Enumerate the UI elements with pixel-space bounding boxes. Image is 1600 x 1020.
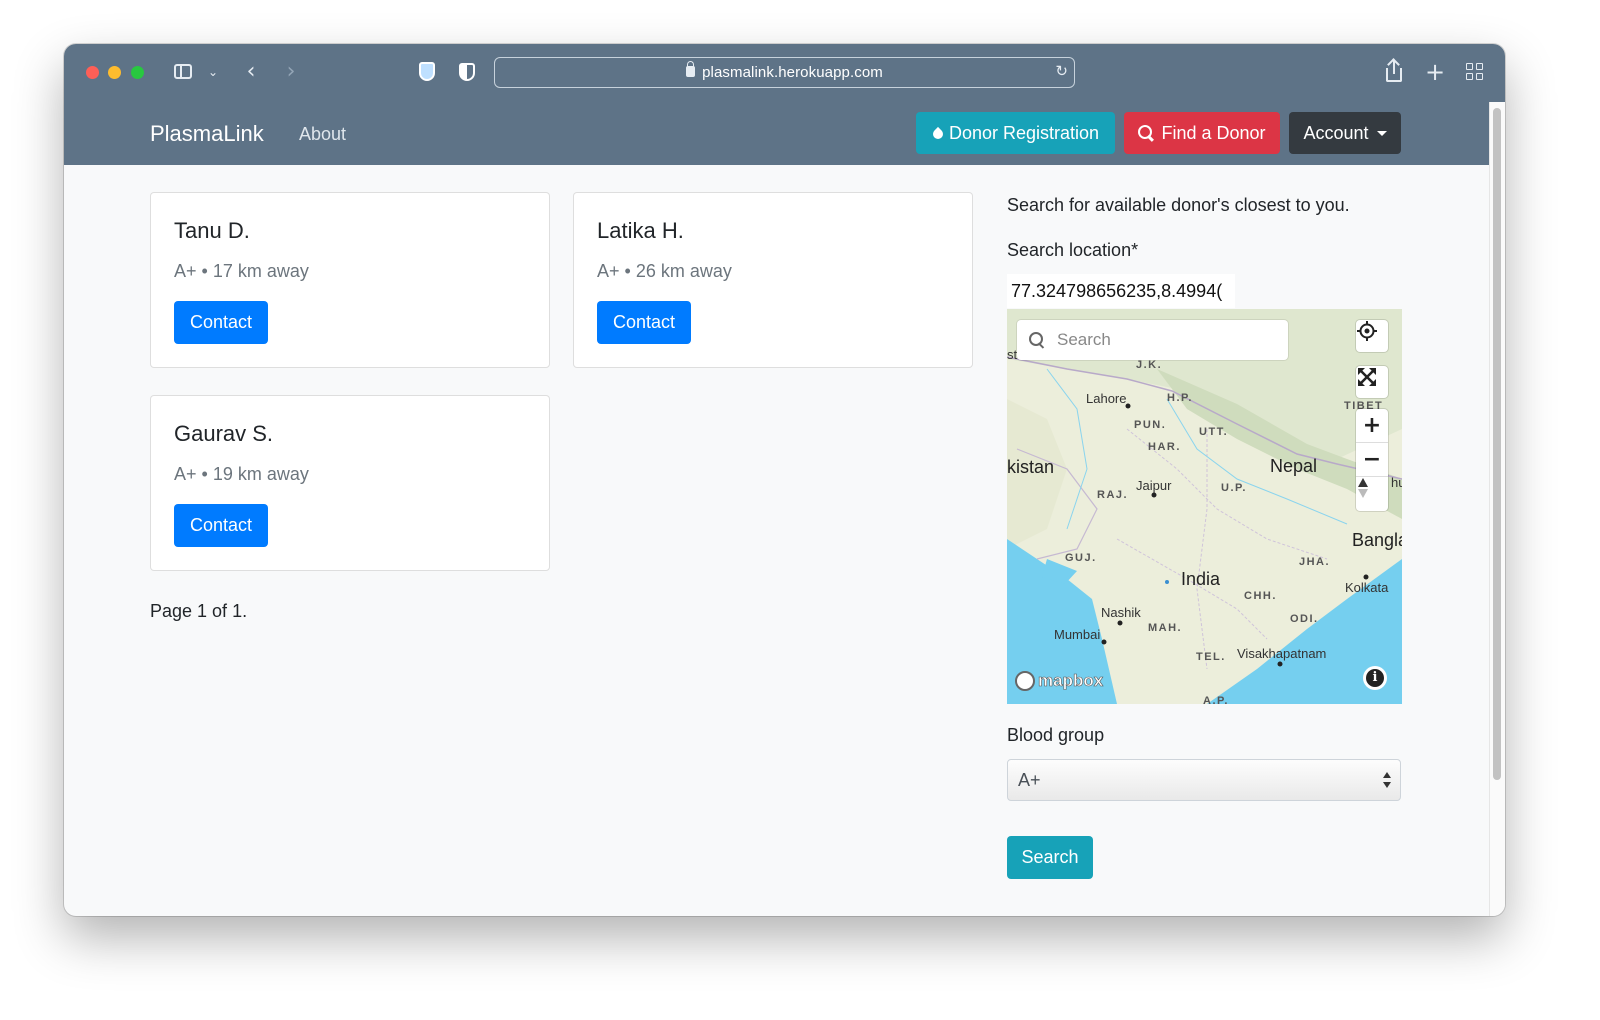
donor-card: Tanu D. A+ • 17 km away Contact — [150, 192, 550, 368]
contact-button[interactable]: Contact — [597, 301, 691, 344]
donor-meta: A+ • 19 km away — [174, 464, 309, 484]
reload-icon[interactable]: ↻ — [1055, 62, 1068, 80]
map-label: CHH. — [1244, 590, 1277, 602]
address-text: plasmalink.herokuapp.com — [495, 61, 1074, 81]
donor-name: Tanu D. — [174, 218, 250, 243]
zoom-in-button[interactable]: + — [1356, 409, 1388, 443]
map-zoom-controls: + − — [1356, 409, 1388, 511]
donor-meta: A+ • 26 km away — [597, 261, 732, 281]
chevron-down-icon[interactable]: ⌄ — [206, 60, 220, 84]
map-label: U.P. — [1221, 482, 1247, 494]
donor-name: Latika H. — [597, 218, 684, 243]
search-icon — [1138, 124, 1155, 142]
mapbox-logo[interactable]: mapbox — [1015, 671, 1103, 691]
map-label: RAJ. — [1097, 489, 1129, 501]
map-label: J.K. — [1136, 359, 1163, 371]
search-location-input[interactable] — [1007, 274, 1235, 308]
pagination-text: Page 1 of 1. — [150, 601, 248, 621]
map-label: HAR. — [1148, 441, 1181, 453]
map-label: kistan — [1007, 457, 1055, 477]
map-label: st — [1007, 347, 1018, 362]
map-label: Jaipur — [1136, 478, 1172, 493]
map-label: H.P. — [1167, 392, 1193, 404]
back-arrow-icon[interactable]: ‹ — [242, 60, 260, 84]
close-window-button[interactable] — [86, 66, 99, 79]
map-canvas — [1007, 309, 1402, 704]
donor-registration-label: Donor Registration — [948, 122, 1100, 143]
info-glyph: i — [1366, 669, 1384, 687]
crosshair-icon — [1357, 321, 1377, 341]
caret-down-icon — [1376, 130, 1387, 136]
fullscreen-icon — [1358, 368, 1376, 386]
mapbox-logo-text: mapbox — [1038, 671, 1104, 691]
sidebar-toggle-icon[interactable] — [172, 60, 194, 84]
share-icon[interactable] — [1383, 60, 1405, 84]
map-label: Mumbai — [1054, 627, 1101, 642]
map-label: Bangla — [1352, 530, 1402, 550]
map-label: Visakhapatnam — [1237, 646, 1327, 661]
compass-button[interactable] — [1356, 477, 1388, 511]
bitwarden-shield-icon[interactable] — [416, 60, 438, 84]
donor-name: Gaurav S. — [174, 421, 274, 446]
donor-meta: A+ • 17 km away — [174, 261, 309, 281]
contact-button[interactable]: Contact — [174, 301, 268, 344]
donor-card: Gaurav S. A+ • 19 km away Contact — [150, 395, 550, 571]
forward-arrow-icon[interactable]: › — [282, 60, 300, 84]
map-label: Lahore — [1086, 391, 1127, 406]
tab-overview-icon[interactable] — [1464, 60, 1486, 84]
contact-button[interactable]: Contact — [174, 504, 268, 547]
fullscreen-button[interactable] — [1356, 366, 1388, 398]
minimize-window-button[interactable] — [108, 66, 121, 79]
drop-icon — [932, 126, 943, 140]
map-search-input[interactable] — [1057, 329, 1277, 351]
url-text: plasmalink.herokuapp.com — [702, 64, 883, 81]
map-label: GUJ. — [1065, 552, 1097, 564]
brand-logo[interactable]: PlasmaLink — [150, 121, 264, 147]
map-label: Nepal — [1270, 456, 1318, 476]
blood-group-select[interactable]: A+ — [1007, 759, 1401, 801]
map-label: MAH. — [1148, 622, 1183, 634]
mapbox-mark-icon — [1015, 671, 1035, 691]
browser-window: ⌄ ‹ › plasmalink.herokuapp.com ↻ + Plasm… — [64, 44, 1505, 916]
map-label: Nashik — [1101, 605, 1141, 620]
location-map[interactable]: st J.K. Lahore H.P. TIBET PUN. UTT. HAR.… — [1007, 309, 1402, 704]
account-dropdown-button[interactable]: Account — [1289, 112, 1401, 154]
donor-registration-button[interactable]: Donor Registration — [916, 112, 1115, 154]
account-label: Account — [1303, 122, 1369, 143]
attribution-info-icon[interactable]: i — [1363, 666, 1387, 690]
map-label: Kolkata — [1345, 580, 1389, 595]
lock-icon — [686, 61, 696, 77]
search-location-label: Search location* — [1007, 240, 1139, 260]
map-label: PUN. — [1134, 419, 1167, 431]
privacy-shield-icon[interactable] — [456, 60, 478, 84]
map-label: A.P. — [1203, 695, 1229, 704]
map-label: UTT. — [1199, 426, 1229, 438]
browser-toolbar: ⌄ ‹ › plasmalink.herokuapp.com ↻ + — [64, 44, 1505, 102]
map-label: India — [1181, 569, 1221, 589]
search-intro-text: Search for available donor's closest to … — [1007, 195, 1350, 215]
zoom-window-button[interactable] — [131, 66, 144, 79]
site-navbar: PlasmaLink About Donor Registration Find… — [64, 102, 1489, 165]
map-label: JHA. — [1299, 556, 1331, 568]
map-label: TEL. — [1196, 651, 1226, 663]
map-search-box[interactable] — [1017, 320, 1288, 360]
search-icon — [1029, 332, 1045, 348]
select-arrows-icon — [1382, 771, 1392, 791]
new-tab-icon[interactable]: + — [1424, 60, 1446, 84]
blood-group-label: Blood group — [1007, 725, 1105, 745]
scrollbar-thumb[interactable] — [1493, 108, 1501, 780]
zoom-out-button[interactable]: − — [1356, 443, 1388, 477]
nav-about-link[interactable]: About — [299, 124, 346, 145]
geolocate-button[interactable] — [1356, 320, 1388, 352]
map-label: ODI. — [1290, 613, 1319, 625]
find-donor-button[interactable]: Find a Donor — [1124, 112, 1280, 154]
compass-icon — [1358, 478, 1368, 498]
find-donor-label: Find a Donor — [1161, 122, 1266, 143]
donor-card: Latika H. A+ • 26 km away Contact — [573, 192, 973, 368]
search-button[interactable]: Search — [1007, 836, 1093, 879]
map-label: hu — [1391, 475, 1402, 490]
blood-group-value: A+ — [1018, 770, 1041, 790]
address-bar[interactable]: plasmalink.herokuapp.com ↻ — [494, 57, 1075, 88]
page-scrollbar[interactable] — [1489, 102, 1505, 916]
